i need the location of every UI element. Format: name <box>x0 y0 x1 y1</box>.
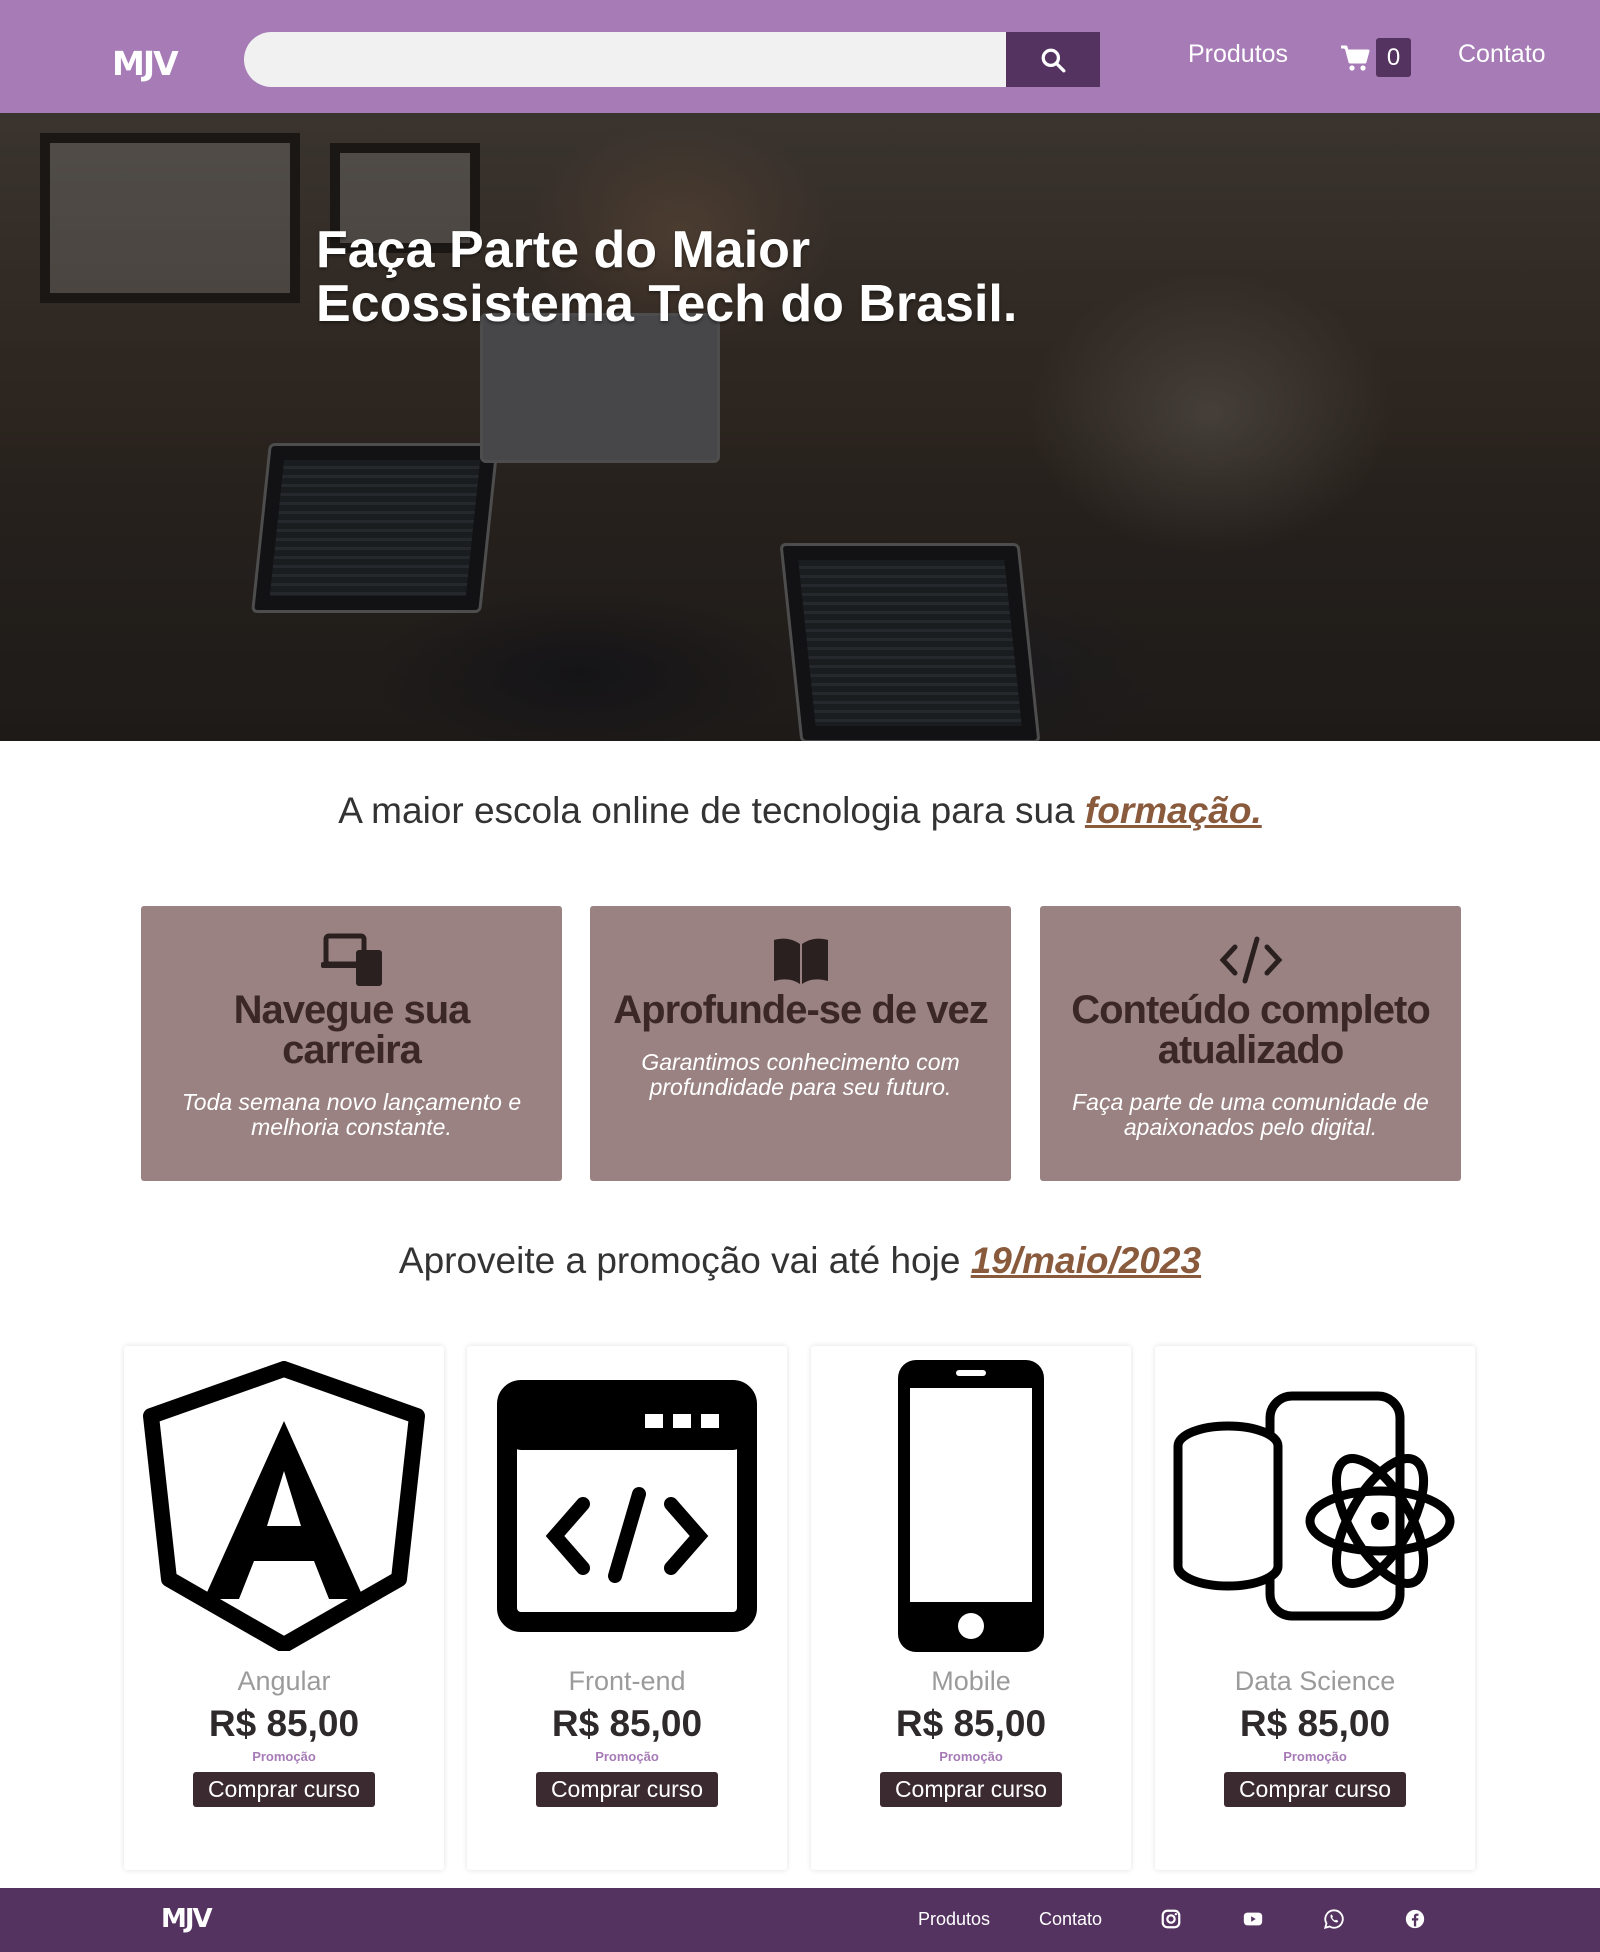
cart-icon <box>1341 45 1370 71</box>
promo-label: Promoção <box>595 1749 659 1764</box>
promo-label: Promoção <box>252 1749 316 1764</box>
product-card: Data Science R$ 85,00 Promoção Comprar c… <box>1155 1346 1475 1870</box>
facebook-icon[interactable] <box>1403 1907 1427 1931</box>
cart-button[interactable]: 0 <box>1340 38 1411 77</box>
product-card: Front-end R$ 85,00 Promoção Comprar curs… <box>467 1346 787 1870</box>
tagline-highlight: formação. <box>1084 790 1262 831</box>
nav-products-link[interactable]: Produtos <box>1188 40 1288 69</box>
instagram-icon[interactable] <box>1159 1907 1183 1931</box>
feature-title: Conteúdo completo atualizado <box>1071 988 1431 1072</box>
top-navbar: MJV Produtos 0 Contato <box>0 0 1600 113</box>
smartphone-icon <box>898 1360 1044 1652</box>
buy-course-button[interactable]: Comprar curso <box>879 1772 1063 1807</box>
product-card: Angular R$ 85,00 Promoção Comprar curso <box>124 1346 444 1870</box>
hero-title: Faça Parte do Maior Ecossistema Tech do … <box>316 223 1076 331</box>
footer-products-link[interactable]: Produtos <box>918 1909 990 1930</box>
hero-banner: Faça Parte do Maior Ecossistema Tech do … <box>0 113 1600 741</box>
footer-logo[interactable]: MJV <box>161 1904 213 1934</box>
buy-course-button[interactable]: Comprar curso <box>1223 1772 1407 1807</box>
promo-text: Aproveite a promoção vai até hoje <box>398 1240 971 1281</box>
search-button[interactable] <box>1006 32 1100 87</box>
youtube-icon[interactable] <box>1241 1907 1265 1931</box>
nav-contact-link[interactable]: Contato <box>1458 40 1546 69</box>
search-input[interactable] <box>244 32 1006 87</box>
cart-count-badge: 0 <box>1376 38 1411 77</box>
whatsapp-icon[interactable] <box>1322 1907 1346 1931</box>
product-name: Angular <box>237 1666 331 1696</box>
feature-text: Toda semana novo lançamento e melhoria c… <box>181 1089 522 1140</box>
brand-logo[interactable]: MJV <box>112 44 179 83</box>
promo-label: Promoção <box>939 1749 1003 1764</box>
school-tagline: A maior escola online de tecnologia para… <box>0 790 1600 832</box>
hero-title-line-1: Faça Parte do Maior <box>316 221 811 279</box>
buy-course-button[interactable]: Comprar curso <box>192 1772 376 1807</box>
feature-text: Garantimos conhecimento com profundidade… <box>641 1049 960 1100</box>
promo-label: Promoção <box>1283 1749 1347 1764</box>
product-card: Mobile R$ 85,00 Promoção Comprar curso <box>811 1346 1131 1870</box>
product-name: Front-end <box>568 1666 686 1696</box>
hero-title-line-2: Ecossistema Tech do Brasil. <box>316 275 1018 333</box>
tagline-text: A maior escola online de tecnologia para… <box>338 790 1085 831</box>
devices-icon <box>320 933 382 986</box>
promo-deadline: Aproveite a promoção vai até hoje 19/mai… <box>0 1240 1600 1282</box>
product-price: R$ 85,00 <box>551 1703 703 1744</box>
book-icon <box>773 938 828 984</box>
angular-icon <box>143 1361 425 1651</box>
footer-contact-link[interactable]: Contato <box>1039 1909 1102 1930</box>
product-price: R$ 85,00 <box>895 1703 1047 1744</box>
product-price: R$ 85,00 <box>208 1703 360 1744</box>
feature-title: Aprofunde-se de vez <box>613 988 988 1032</box>
feature-card: Conteúdo completo atualizado Faça parte … <box>1040 906 1461 1181</box>
product-price: R$ 85,00 <box>1239 1703 1391 1744</box>
product-name: Data Science <box>1234 1666 1396 1696</box>
code-icon <box>1219 936 1282 984</box>
promo-date: 19/maio/2023 <box>970 1240 1202 1281</box>
search-icon <box>1041 48 1066 72</box>
feature-title: Navegue sua carreira <box>233 988 471 1072</box>
browser-code-icon <box>497 1380 757 1632</box>
feature-card: Navegue sua carreira Toda semana novo la… <box>141 906 562 1181</box>
feature-card: Aprofunde-se de vez Garantimos conhecime… <box>590 906 1011 1181</box>
data-science-icon <box>1173 1391 1455 1621</box>
feature-text: Faça parte de uma comunidade de apaixona… <box>1072 1089 1429 1140</box>
search-bar <box>244 32 1100 87</box>
buy-course-button[interactable]: Comprar curso <box>535 1772 719 1807</box>
product-name: Mobile <box>931 1666 1011 1696</box>
footer: MJV Produtos Contato <box>0 1888 1600 1952</box>
hero-overlay <box>0 113 1600 741</box>
